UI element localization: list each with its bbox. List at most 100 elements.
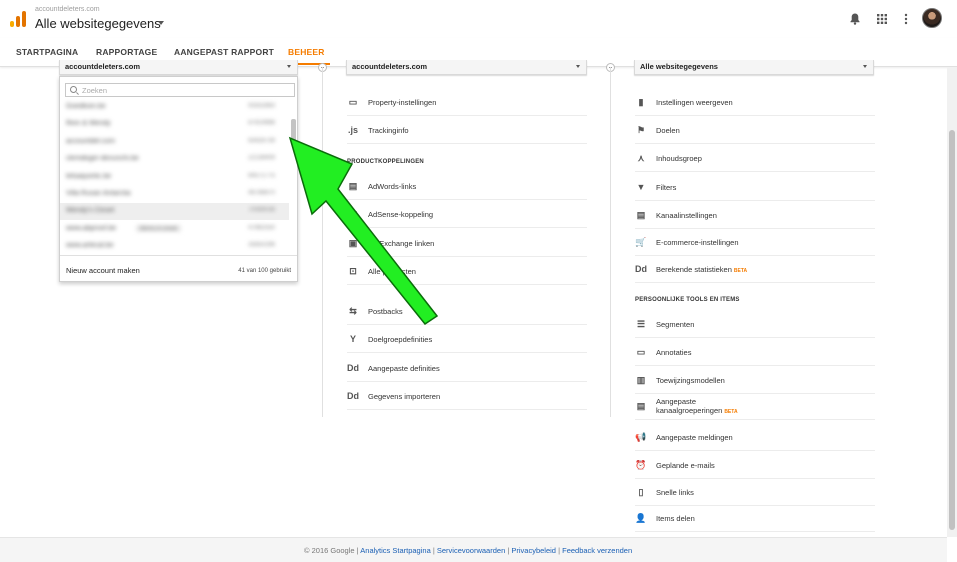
divider — [635, 505, 875, 506]
account-list-item[interactable]: www.artecal.be 35650296 — [60, 238, 289, 255]
account-name-small[interactable]: accountdeleters.com — [35, 6, 100, 13]
apps-grid-icon[interactable] — [875, 12, 889, 26]
account-list-item[interactable]: www.abproof.be bkms.lr.creat 47882550 — [60, 221, 289, 238]
admin-item-label: E-commerce-instellingen — [656, 238, 739, 247]
property-settings-icon: ▭ — [348, 97, 358, 107]
content-grouping-icon: ⋏ — [637, 153, 645, 163]
adexchange-icon: ▣ — [348, 238, 358, 248]
property-selector-title[interactable]: Alle websitegegevens — [35, 16, 161, 31]
divider — [635, 478, 875, 479]
admin-item-label: Items delen — [656, 514, 695, 523]
admin-item-annotations[interactable]: ▭ Annotaties — [635, 344, 875, 364]
divider — [635, 255, 875, 256]
column-divider — [322, 67, 323, 417]
account-list-item[interactable]: tetsaquintic.be 64571775 — [60, 169, 289, 186]
admin-item-channel-settings[interactable]: ▤ Kanaalinstellingen — [635, 207, 875, 227]
footer-link-privacy[interactable]: Privacybeleid — [511, 546, 556, 555]
chevron-down-icon[interactable] — [158, 21, 164, 25]
tab-rapportage[interactable]: RAPPORTAGE — [96, 47, 157, 57]
account-id: 91632863 — [248, 103, 275, 109]
search-icon — [70, 86, 77, 93]
shortcuts-icon: ▯ — [638, 487, 644, 497]
admin-item-js[interactable]: .js Trackinginfo — [347, 122, 587, 142]
item-text: Alle producten — [368, 267, 416, 276]
footer-link-analytics-home[interactable]: Analytics Startpagina — [360, 546, 430, 555]
page-scrollbar-thumb[interactable] — [949, 130, 955, 530]
admin-item-all-products[interactable]: ⊡ Alle producten — [347, 263, 587, 283]
admin-item-custom-definitions[interactable]: Dd Aangepaste definities — [347, 360, 587, 380]
divider — [635, 337, 875, 338]
account-list-item[interactable]: Rein & Wendy 87619988 — [60, 116, 289, 133]
account-name: www.artecal.be — [66, 242, 114, 250]
admin-item-audience[interactable]: Y Doelgroepdefinities — [347, 331, 587, 351]
account-list-item[interactable]: Goedkoin.be 91632863 — [60, 99, 289, 116]
account-name: Goedkoin.be — [66, 103, 106, 110]
more-vert-icon[interactable] — [899, 12, 913, 26]
admin-item-property-settings[interactable]: ▭ Property-instellingen — [347, 94, 587, 114]
admin-item-filter[interactable]: ▼ Filters — [635, 179, 875, 199]
analytics-logo-icon[interactable] — [10, 11, 26, 27]
admin-item-label: Segmenten — [656, 320, 694, 329]
admin-item-scheduled-email[interactable]: ⏰ Geplande e-mails — [635, 457, 875, 477]
tab-startpagina[interactable]: STARTPAGINA — [16, 47, 78, 57]
item-text: Doelgroepdefinities — [368, 335, 433, 344]
item-text: E-commerce-instellingen — [656, 238, 739, 247]
calculated-metrics-icon: Dd — [635, 264, 647, 274]
admin-item-adexchange[interactable]: ▣ Ad Exchange linken — [347, 235, 587, 255]
admin-item-attribution[interactable]: ▥ Toewijzingsmodellen — [635, 372, 875, 392]
admin-item-calculated-metrics[interactable]: Dd Berekende statistieken BETA — [635, 261, 875, 281]
scheduled-email-icon: ⏰ — [635, 460, 647, 470]
column-divider — [610, 67, 611, 417]
admin-item-segments[interactable]: ☰ Segmenten — [635, 316, 875, 336]
admin-item-shortcuts[interactable]: ▯ Snelle links — [635, 484, 875, 504]
admin-item-adsense[interactable]: ▤ AdSense-koppeling — [347, 206, 587, 226]
divider — [347, 256, 587, 257]
audience-icon: Y — [349, 334, 356, 344]
admin-item-label: Property-instellingen — [368, 98, 436, 107]
account-list-item[interactable]: clemdeger-devunchi.be 22138409 — [60, 151, 289, 168]
item-text: Annotaties — [656, 348, 692, 357]
divider — [60, 255, 297, 256]
divider — [635, 143, 875, 144]
dropdown-scrollbar-thumb[interactable] — [291, 119, 296, 145]
tab-beheer[interactable]: BEHEER — [288, 47, 325, 57]
account-list-item[interactable]: accountdel.com 83428739 — [60, 134, 289, 151]
admin-item-alerts[interactable]: 📢 Aangepaste meldingen — [635, 429, 875, 449]
avatar[interactable] — [922, 8, 942, 28]
admin-item-data-import[interactable]: Dd Gegevens importeren — [347, 388, 587, 408]
search-input[interactable] — [82, 85, 287, 96]
divider — [347, 227, 587, 228]
bell-icon[interactable] — [848, 12, 862, 26]
admin-item-view-settings[interactable]: ▮ Instellingen weergeven — [635, 94, 875, 114]
tab-aangepast-rapport[interactable]: AANGEPAST RAPPORT — [174, 47, 274, 57]
footer-text: © 2016 Google | Analytics Startpagina | … — [304, 546, 632, 555]
data-import-icon: Dd — [347, 391, 359, 401]
view-selector[interactable]: Alle websitegegevens — [634, 60, 874, 75]
view-selector-label: Alle websitegegevens — [640, 62, 718, 71]
account-dropdown: Goedkoin.be 91632863 Rein & Wendy 87619988 a… — [59, 76, 298, 282]
account-name: www.abproof.be — [66, 224, 117, 232]
admin-item-label: Instellingen weergeven — [656, 98, 733, 107]
admin-item-content-grouping[interactable]: ⋏ Inhoudsgroep — [635, 150, 875, 170]
admin-item-label: Ad Exchange linken — [368, 239, 434, 248]
admin-item-label: Kanaalinstellingen — [656, 211, 717, 220]
section-title-productkoppelingen: PRODUCTKOPPELINGEN — [347, 159, 424, 165]
new-account-button[interactable]: Nieuw account maken — [66, 266, 140, 275]
admin-item-share-assets[interactable]: 👤 Items delen — [635, 510, 875, 530]
admin-item-postbacks[interactable]: ⇆ Postbacks — [347, 303, 587, 323]
account-list-item[interactable]: Wendy's Closet 70089038 — [60, 203, 289, 221]
annotations-icon: ▭ — [636, 347, 646, 357]
footer-link-terms[interactable]: Servicevoorwaarden — [437, 546, 505, 555]
property-selector[interactable]: accountdeleters.com — [346, 60, 587, 75]
admin-item-flag[interactable]: ⚑ Doelen — [635, 122, 875, 142]
postbacks-icon: ⇆ — [349, 306, 357, 316]
admin-item-adwords[interactable]: ▤ AdWords-links — [347, 178, 587, 198]
section-title-personal-tools: PERSOONLIJKE TOOLS EN ITEMS — [635, 297, 740, 303]
admin-item-cart[interactable]: 🛒 E-commerce-instellingen — [635, 234, 875, 254]
account-list-item[interactable]: Villa Ruxan Antarctia 46788870 — [60, 186, 289, 203]
footer-link-feedback[interactable]: Feedback verzenden — [562, 546, 632, 555]
search-box — [65, 83, 295, 97]
divider — [347, 284, 587, 285]
account-selector[interactable]: accountdeleters.com — [59, 60, 298, 75]
admin-item-custom-channel[interactable]: ▤ Aangepaste kanaalgroeperingen BETA — [635, 397, 875, 418]
